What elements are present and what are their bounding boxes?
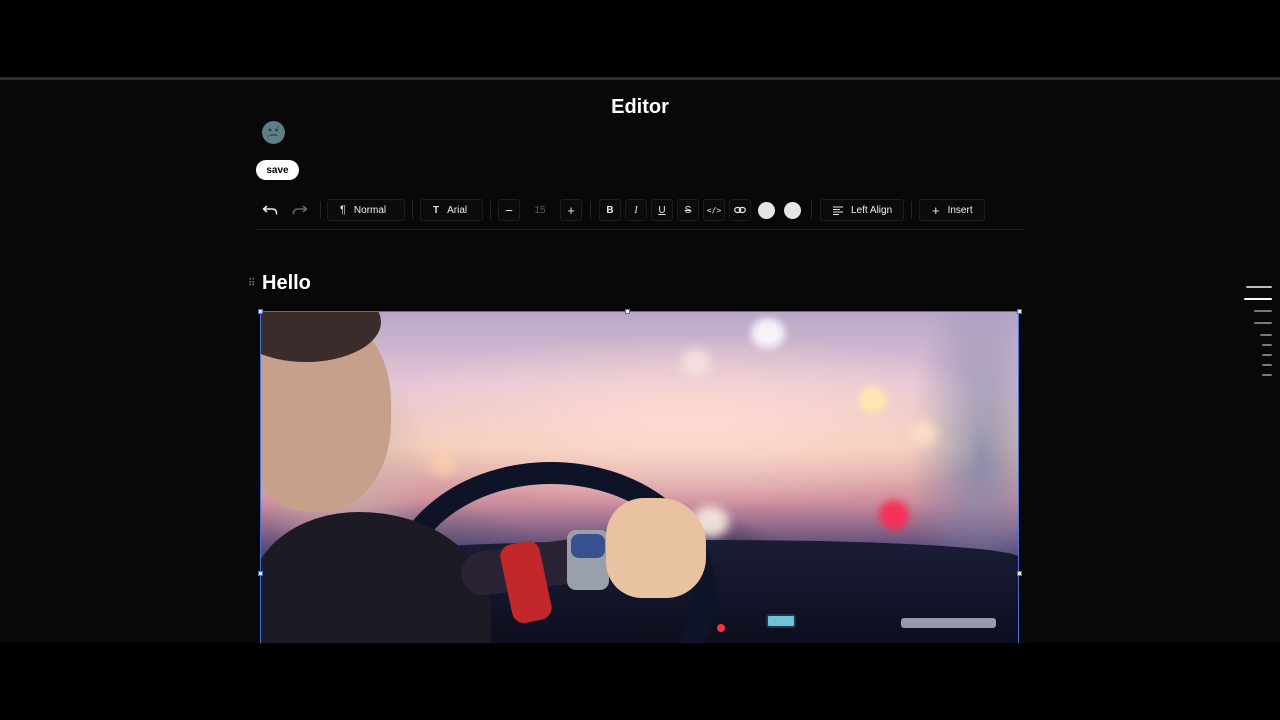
bokeh-light [879,500,909,530]
italic-button[interactable]: I [625,199,647,221]
resize-handle[interactable] [1017,571,1022,576]
dashboard-light [766,614,796,628]
alignment-label: Left Align [851,204,893,216]
text-color-button[interactable] [755,199,777,221]
outline-marker[interactable] [1262,364,1272,366]
outline-marker[interactable] [1262,374,1272,376]
font-size-value: 15 [534,204,546,216]
dashboard-light [717,624,725,632]
bold-button[interactable]: B [599,199,621,221]
align-left-icon [833,205,843,215]
redo-glyph [292,205,308,215]
underline-button[interactable]: U [651,199,673,221]
outline-marker[interactable] [1244,298,1272,300]
font-icon: T [433,204,440,216]
driver-hand [606,498,706,598]
toolbar-separator [320,201,321,219]
outline-marker[interactable] [1262,354,1272,356]
toolbar-separator [412,201,413,219]
block-type-select[interactable]: ¶ Normal [327,199,405,221]
letterbox-bottom [0,643,1280,720]
moon-face-glyph [263,122,284,143]
block-type-label: Normal [353,204,387,216]
dashboard-light [901,618,996,628]
outline-marker[interactable] [1262,344,1272,346]
editor-app: Editor save ¶ Normal T Arial − 15 + B I … [0,80,1280,643]
alignment-select[interactable]: Left Align [820,199,904,221]
minus-icon: − [505,202,513,218]
moon-face-icon[interactable] [262,121,285,144]
resize-handle[interactable] [1017,309,1022,314]
font-family-label: Arial [447,204,468,216]
letterbox-top [0,0,1280,77]
formatting-toolbar: ¶ Normal T Arial − 15 + B I U S </> Left… [256,198,1024,222]
code-icon: </> [706,205,722,215]
strikethrough-icon: S [684,204,692,216]
link-icon [734,206,746,214]
insert-label: Insert [947,204,973,216]
bokeh-light [751,318,785,348]
outline-marker[interactable] [1260,334,1272,336]
highlight-color-button[interactable] [781,199,803,221]
bold-icon: B [606,204,614,216]
toolbar-separator [911,201,912,219]
outline-marker[interactable] [1254,322,1272,324]
toolbar-divider [256,229,1024,230]
resize-handle[interactable] [258,309,263,314]
redo-icon[interactable] [286,199,314,221]
outline-scroll-indicator[interactable] [1244,286,1272,386]
code-button[interactable]: </> [703,199,725,221]
increase-font-size-button[interactable]: + [560,199,582,221]
plus-icon: + [567,202,575,218]
paragraph-icon: ¶ [340,204,346,216]
drag-handle-icon[interactable]: ⠿ [248,278,255,289]
plus-icon: + [932,202,940,218]
undo-glyph [262,205,278,215]
document-heading: Hello [262,272,311,294]
watch-face [571,534,605,558]
text-color-swatch [757,201,775,219]
decrease-font-size-button[interactable]: − [498,199,520,221]
undo-icon[interactable] [256,199,284,221]
outline-marker[interactable] [1254,310,1272,312]
font-size-input[interactable]: 15 [520,199,560,221]
save-button[interactable]: save [256,160,299,180]
resize-handle[interactable] [625,309,630,314]
strikethrough-button[interactable]: S [677,199,699,221]
toolbar-separator [590,201,591,219]
document-image[interactable] [260,311,1019,643]
highlight-color-swatch [783,201,801,219]
insert-dropdown[interactable]: + Insert [919,199,985,221]
underline-icon: U [658,204,666,216]
bokeh-light [859,386,887,414]
italic-icon: I [634,204,638,216]
resize-handle[interactable] [258,571,263,576]
link-button[interactable] [729,199,751,221]
bokeh-light [911,420,937,446]
outline-marker[interactable] [1246,286,1272,288]
bokeh-light [681,348,711,376]
bokeh-light [431,452,455,476]
font-family-select[interactable]: T Arial [420,199,483,221]
toolbar-separator [490,201,491,219]
page-title: Editor [611,96,669,118]
toolbar-separator [811,201,812,219]
